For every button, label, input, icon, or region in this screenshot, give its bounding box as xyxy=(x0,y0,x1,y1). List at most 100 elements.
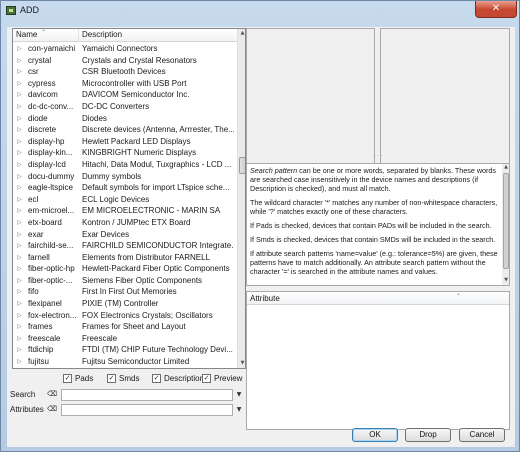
search-input[interactable] xyxy=(61,389,233,401)
list-item[interactable]: ▷ exar Exar Devices xyxy=(13,229,237,241)
list-item[interactable]: ▷ fox-electron... FOX Electronics Crystals… xyxy=(13,310,237,322)
preview-label: Preview xyxy=(214,374,243,383)
library-name: fuse xyxy=(28,368,78,369)
expand-arrow-icon[interactable]: ▷ xyxy=(17,182,22,194)
list-item[interactable]: ▷ con-yamaichi Yamaichi Connectors xyxy=(13,43,237,55)
eraser-icon[interactable]: ⌫ xyxy=(47,390,57,399)
library-name: crystal xyxy=(28,55,52,65)
library-description: Discrete devices (Antenna, Arrrester, Th… xyxy=(82,125,234,135)
expand-arrow-icon[interactable]: ▷ xyxy=(17,333,22,345)
expand-arrow-icon[interactable]: ▷ xyxy=(17,205,22,217)
resize-grip-icon[interactable]: ⋰ xyxy=(510,442,518,450)
expand-arrow-icon[interactable]: ▷ xyxy=(17,113,22,125)
library-description: Dummy symbols xyxy=(82,171,142,181)
list-item[interactable]: ▷ etx-board Kontron / JUMPtec ETX Board xyxy=(13,217,237,229)
library-description: FOX Electronics Crystals; Oscillators xyxy=(82,310,213,320)
list-item[interactable]: ▷ csr CSR Bluetooth Devices xyxy=(13,66,237,78)
expand-arrow-icon[interactable]: ▷ xyxy=(17,252,22,264)
list-item[interactable]: ▷ dc-dc-conv... DC-DC Converters xyxy=(13,101,237,113)
library-list[interactable]: Name ⌃ Description ▷ con-yamaichi Yamaichi… xyxy=(12,28,246,369)
attributes-row: Attributes ⌫ ▼ xyxy=(7,404,247,416)
library-name: discrete xyxy=(28,125,57,135)
close-button[interactable]: ✕ xyxy=(475,1,517,18)
list-item[interactable]: ▷ ecl ECL Logic Devices xyxy=(13,194,237,206)
pads-label: Pads xyxy=(75,374,94,383)
scroll-up-icon[interactable]: ▲ xyxy=(238,29,245,38)
expand-arrow-icon[interactable]: ▷ xyxy=(17,229,22,241)
expand-arrow-icon[interactable]: ▷ xyxy=(17,263,22,275)
library-name: eagle-ltspice xyxy=(28,183,73,193)
library-description: EM MICROELECTRONIC - MARIN SA xyxy=(82,206,221,216)
column-header-description[interactable]: Description xyxy=(79,29,237,42)
list-item[interactable]: ▷ fiber-optic-... Siemens Fiber Optic Comp… xyxy=(13,275,237,287)
help-paragraph-1: Search pattern can be one or more words,… xyxy=(250,166,496,193)
expand-arrow-icon[interactable]: ▷ xyxy=(17,240,22,252)
expand-arrow-icon[interactable]: ▷ xyxy=(17,147,22,159)
expand-arrow-icon[interactable]: ▷ xyxy=(17,275,22,287)
attribute-table[interactable]: Attribute ⌃ xyxy=(246,291,510,430)
help-scrollbar[interactable]: ▲ ▼ xyxy=(502,164,509,285)
smds-label: Smds xyxy=(119,374,140,383)
expand-arrow-icon[interactable]: ▷ xyxy=(17,286,22,298)
expand-arrow-icon[interactable]: ▷ xyxy=(17,194,22,206)
list-item[interactable]: ▷ display-hp Hewlett Packard LED Displays xyxy=(13,136,237,148)
list-item[interactable]: ▷ fujitsu Fujitsu Semiconductor Limited xyxy=(13,356,237,368)
scroll-down-icon[interactable]: ▼ xyxy=(238,359,245,368)
library-description: FAIRCHILD SEMICONDUCTOR Integrate... xyxy=(82,241,234,251)
expand-arrow-icon[interactable]: ▷ xyxy=(17,101,22,113)
list-item[interactable]: ▷ display-lcd Hitachi, Data Modul, Tuxgrap… xyxy=(13,159,237,171)
list-item[interactable]: ▷ fiber-optic-hp Hewlett-Packard Fiber Opt… xyxy=(13,263,237,275)
column-header-attribute[interactable]: Attribute ⌃ xyxy=(247,292,509,305)
expand-arrow-icon[interactable]: ▷ xyxy=(17,321,22,333)
search-history-dropdown-icon[interactable]: ▼ xyxy=(235,391,243,399)
expand-arrow-icon[interactable]: ▷ xyxy=(17,55,22,67)
list-item[interactable]: ▷ fuse Fuses and Fuse Holders xyxy=(13,368,237,369)
expand-arrow-icon[interactable]: ▷ xyxy=(17,78,22,90)
column-header-name[interactable]: Name ⌃ xyxy=(13,29,79,42)
expand-arrow-icon[interactable]: ▷ xyxy=(17,66,22,78)
splitter-grip-icon[interactable]: · · · xyxy=(373,154,383,160)
scroll-up-icon[interactable]: ▲ xyxy=(502,164,509,172)
list-item[interactable]: ▷ ftdichip FTDI (TM) CHIP Future Technolog… xyxy=(13,344,237,356)
expand-arrow-icon[interactable]: ▷ xyxy=(17,344,22,356)
checkmark-icon: ✓ xyxy=(152,374,161,383)
list-item[interactable]: ▷ fifo First In First Out Memories xyxy=(13,286,237,298)
list-item[interactable]: ▷ docu-dummy Dummy symbols xyxy=(13,171,237,183)
expand-arrow-icon[interactable]: ▷ xyxy=(17,356,22,368)
list-item[interactable]: ▷ display-kin... KINGBRIGHT Numeric Displa… xyxy=(13,147,237,159)
expand-arrow-icon[interactable]: ▷ xyxy=(17,159,22,171)
list-item[interactable]: ▷ frames Frames for Sheet and Layout xyxy=(13,321,237,333)
expand-arrow-icon[interactable]: ▷ xyxy=(17,124,22,136)
expand-arrow-icon[interactable]: ▷ xyxy=(17,298,22,310)
expand-arrow-icon[interactable]: ▷ xyxy=(17,310,22,322)
scroll-down-icon[interactable]: ▼ xyxy=(502,277,509,285)
library-description: Crystals and Crystal Resonators xyxy=(82,55,197,65)
list-item[interactable]: ▷ farnell Elements from Distributor FARNEL… xyxy=(13,252,237,264)
list-item[interactable]: ▷ discrete Discrete devices (Antenna, Arrr… xyxy=(13,124,237,136)
ok-button[interactable]: OK xyxy=(352,428,398,442)
expand-arrow-icon[interactable]: ▷ xyxy=(17,368,22,369)
list-item[interactable]: ▷ crystal Crystals and Crystal Resonators xyxy=(13,55,237,67)
list-item[interactable]: ▷ diode Diodes xyxy=(13,113,237,125)
list-item[interactable]: ▷ fairchild-se... FAIRCHILD SEMICONDUCTOR … xyxy=(13,240,237,252)
expand-arrow-icon[interactable]: ▷ xyxy=(17,217,22,229)
drop-button[interactable]: Drop xyxy=(405,428,451,442)
list-scrollbar[interactable]: ▲ ▼ xyxy=(237,29,245,368)
cancel-button[interactable]: Cancel xyxy=(459,428,505,442)
scroll-thumb[interactable] xyxy=(239,157,245,174)
expand-arrow-icon[interactable]: ▷ xyxy=(17,89,22,101)
list-item[interactable]: ▷ cypress Microcontroller with USB Port xyxy=(13,78,237,90)
list-item[interactable]: ▷ eagle-ltspice Default symbols for import… xyxy=(13,182,237,194)
eraser-icon[interactable]: ⌫ xyxy=(47,405,57,414)
expand-arrow-icon[interactable]: ▷ xyxy=(17,136,22,148)
list-item[interactable]: ▷ flexipanel PIXIE (TM) Controller xyxy=(13,298,237,310)
scroll-thumb[interactable] xyxy=(503,173,509,269)
expand-arrow-icon[interactable]: ▷ xyxy=(17,171,22,183)
attributes-history-dropdown-icon[interactable]: ▼ xyxy=(235,406,243,414)
attributes-input[interactable] xyxy=(61,404,233,416)
list-item[interactable]: ▷ freescale Freescale xyxy=(13,333,237,345)
list-item[interactable]: ▷ em-microel... EM MICROELECTRONIC - MARIN… xyxy=(13,205,237,217)
expand-arrow-icon[interactable]: ▷ xyxy=(17,43,22,55)
list-item[interactable]: ▷ davicom DAVICOM Semiconductor Inc. xyxy=(13,89,237,101)
checkmark-icon: ✓ xyxy=(63,374,72,383)
